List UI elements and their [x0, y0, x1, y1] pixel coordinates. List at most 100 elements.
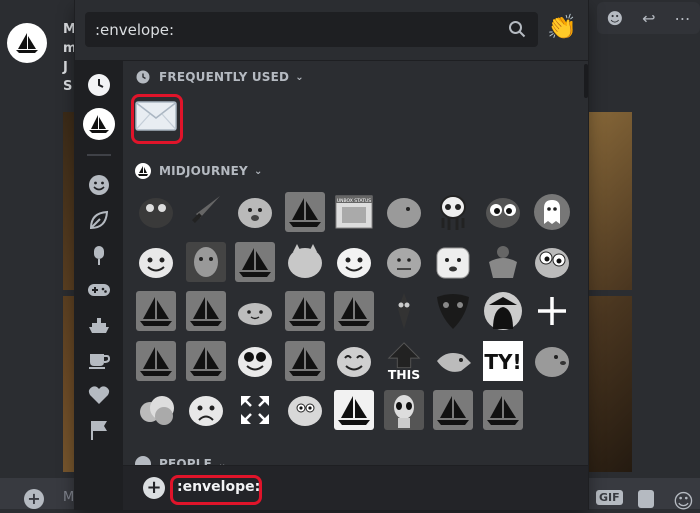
emoji-sailboat[interactable]: [185, 340, 227, 382]
emoji-sailboat[interactable]: [135, 290, 177, 332]
cat-icon: [287, 243, 322, 278]
people-smiley-icon[interactable]: [83, 169, 115, 201]
chevron-down-icon: ⌄: [253, 165, 263, 177]
activity-gamepad-icon[interactable]: [83, 274, 115, 306]
composer-placeholder[interactable]: M: [63, 490, 74, 505]
emoji-bearded-face[interactable]: [185, 241, 227, 283]
emoji-muscle-man[interactable]: [482, 241, 524, 283]
plus-icon: [538, 297, 566, 325]
emoji-search-input[interactable]: [85, 12, 505, 47]
highlight-emoji-name: [170, 475, 262, 505]
expand-arrows-icon: [241, 396, 269, 424]
emoji-sailboat[interactable]: [482, 389, 524, 431]
muscle-man-icon: [488, 245, 517, 278]
bot-avatar[interactable]: [7, 23, 47, 63]
sailboat-icon: [136, 291, 176, 331]
preview-plus-icon: +: [143, 477, 165, 499]
emoji-bird[interactable]: [432, 340, 474, 382]
emoji-this-arrow[interactable]: THIS: [383, 340, 425, 382]
blob-face-icon: [238, 303, 272, 325]
sailboat-icon: [185, 340, 226, 381]
travel-boat-icon[interactable]: [83, 309, 115, 341]
sailboat-icon: [334, 291, 374, 331]
clap-emoji-icon[interactable]: 👏: [547, 13, 577, 41]
emoji-plus[interactable]: [531, 290, 573, 332]
emoji-blob-face[interactable]: [234, 290, 276, 332]
emoji-sailboat[interactable]: [432, 389, 474, 431]
midjourney-server-icon[interactable]: [83, 108, 115, 140]
emoji-alien[interactable]: [383, 389, 425, 431]
ghost-icon: [534, 194, 570, 230]
emoji-dog-head[interactable]: [531, 340, 573, 382]
category-header-people[interactable]: PEOPLE ⌄: [135, 454, 227, 465]
cloud-icon: [140, 396, 174, 425]
emoji-sailboat[interactable]: [135, 340, 177, 382]
emoji-sailboat[interactable]: [333, 389, 375, 431]
reply-icon[interactable]: ↩: [642, 9, 655, 28]
status-card-icon: UNBOX STATUS: [335, 195, 373, 229]
category-label: PEOPLE: [159, 457, 213, 465]
emoji-frog-eyes[interactable]: [482, 191, 524, 233]
midjourney-icon: [135, 163, 151, 179]
emoji-sailboat[interactable]: [284, 191, 326, 233]
emoji-crow-mask[interactable]: [432, 290, 474, 332]
bird-icon: [437, 352, 471, 372]
sailboat-icon: [284, 340, 325, 381]
svg-text:TY!: TY!: [484, 350, 521, 374]
category-header-frequent[interactable]: FREQUENTLY USED ⌄: [135, 67, 304, 87]
emoji-round-face[interactable]: [234, 340, 276, 382]
picker-header: 👏: [75, 0, 588, 61]
category-header-midjourney[interactable]: MIDJOURNEY ⌄: [135, 161, 263, 181]
emoji-dog[interactable]: [234, 191, 276, 233]
emoji-sailboat[interactable]: [333, 290, 375, 332]
emoji-plague-doctor[interactable]: [383, 290, 425, 332]
frog-eyes-icon: [485, 198, 520, 228]
emoji-smiley-blob[interactable]: [333, 241, 375, 283]
emoji-hooded-figure[interactable]: [482, 290, 524, 332]
flags-flag-icon[interactable]: [83, 414, 115, 446]
gif-button[interactable]: GIF: [596, 490, 623, 505]
category-label: MIDJOURNEY: [159, 164, 248, 178]
sailboat-icon: [284, 192, 325, 232]
alien-icon: [383, 390, 424, 430]
emoji-dark-blob[interactable]: [135, 191, 177, 233]
emoji-expand-arrows[interactable]: [234, 389, 276, 431]
add-reaction-icon[interactable]: ☻: [606, 9, 623, 28]
recent-clock-icon[interactable]: [83, 69, 115, 101]
emoji-status-card[interactable]: UNBOX STATUS: [333, 191, 375, 233]
emoji-happy-blob[interactable]: [333, 340, 375, 382]
symbols-heart-icon[interactable]: [83, 379, 115, 411]
attach-plus-icon[interactable]: +: [24, 489, 44, 509]
sticker-icon[interactable]: [638, 490, 654, 508]
emoji-category-sidebar: [75, 61, 123, 509]
objects-cup-icon[interactable]: [83, 344, 115, 376]
emoji-sailboat[interactable]: [284, 290, 326, 332]
emoji-list-scrollbar[interactable]: [584, 64, 588, 98]
emoji-meme-bird[interactable]: [383, 191, 425, 233]
emoji-googly-eyes[interactable]: [531, 241, 573, 283]
meme-bird-icon: [386, 198, 421, 228]
squid-icon: [440, 195, 466, 230]
emoji-ty-text[interactable]: TY!: [482, 340, 524, 382]
emoji-dog-face[interactable]: [432, 241, 474, 283]
emoji-nervous-face[interactable]: [383, 241, 425, 283]
emoji-sword[interactable]: [185, 191, 227, 233]
emoji-cat[interactable]: [284, 241, 326, 283]
clock-icon: [135, 69, 151, 85]
emoji-squid[interactable]: [432, 191, 474, 233]
emoji-sailboat[interactable]: [234, 241, 276, 283]
emoji-sailboat[interactable]: [284, 340, 326, 382]
emoji-ghost[interactable]: [531, 191, 573, 233]
emoji-button-icon[interactable]: ☺: [673, 489, 694, 513]
emoji-smiley-face[interactable]: [135, 241, 177, 283]
emoji-sad-face[interactable]: [185, 389, 227, 431]
emoji-cloud[interactable]: [135, 389, 177, 431]
emoji-blob-creature[interactable]: [284, 389, 326, 431]
smiley-face-icon: [139, 247, 173, 278]
emoji-search-box[interactable]: [85, 12, 538, 47]
food-popsicle-icon[interactable]: [83, 239, 115, 271]
plague-doctor-icon: [397, 293, 410, 329]
more-icon[interactable]: ⋯: [675, 9, 691, 28]
nature-leaf-icon[interactable]: [83, 204, 115, 236]
emoji-sailboat[interactable]: [185, 290, 227, 332]
